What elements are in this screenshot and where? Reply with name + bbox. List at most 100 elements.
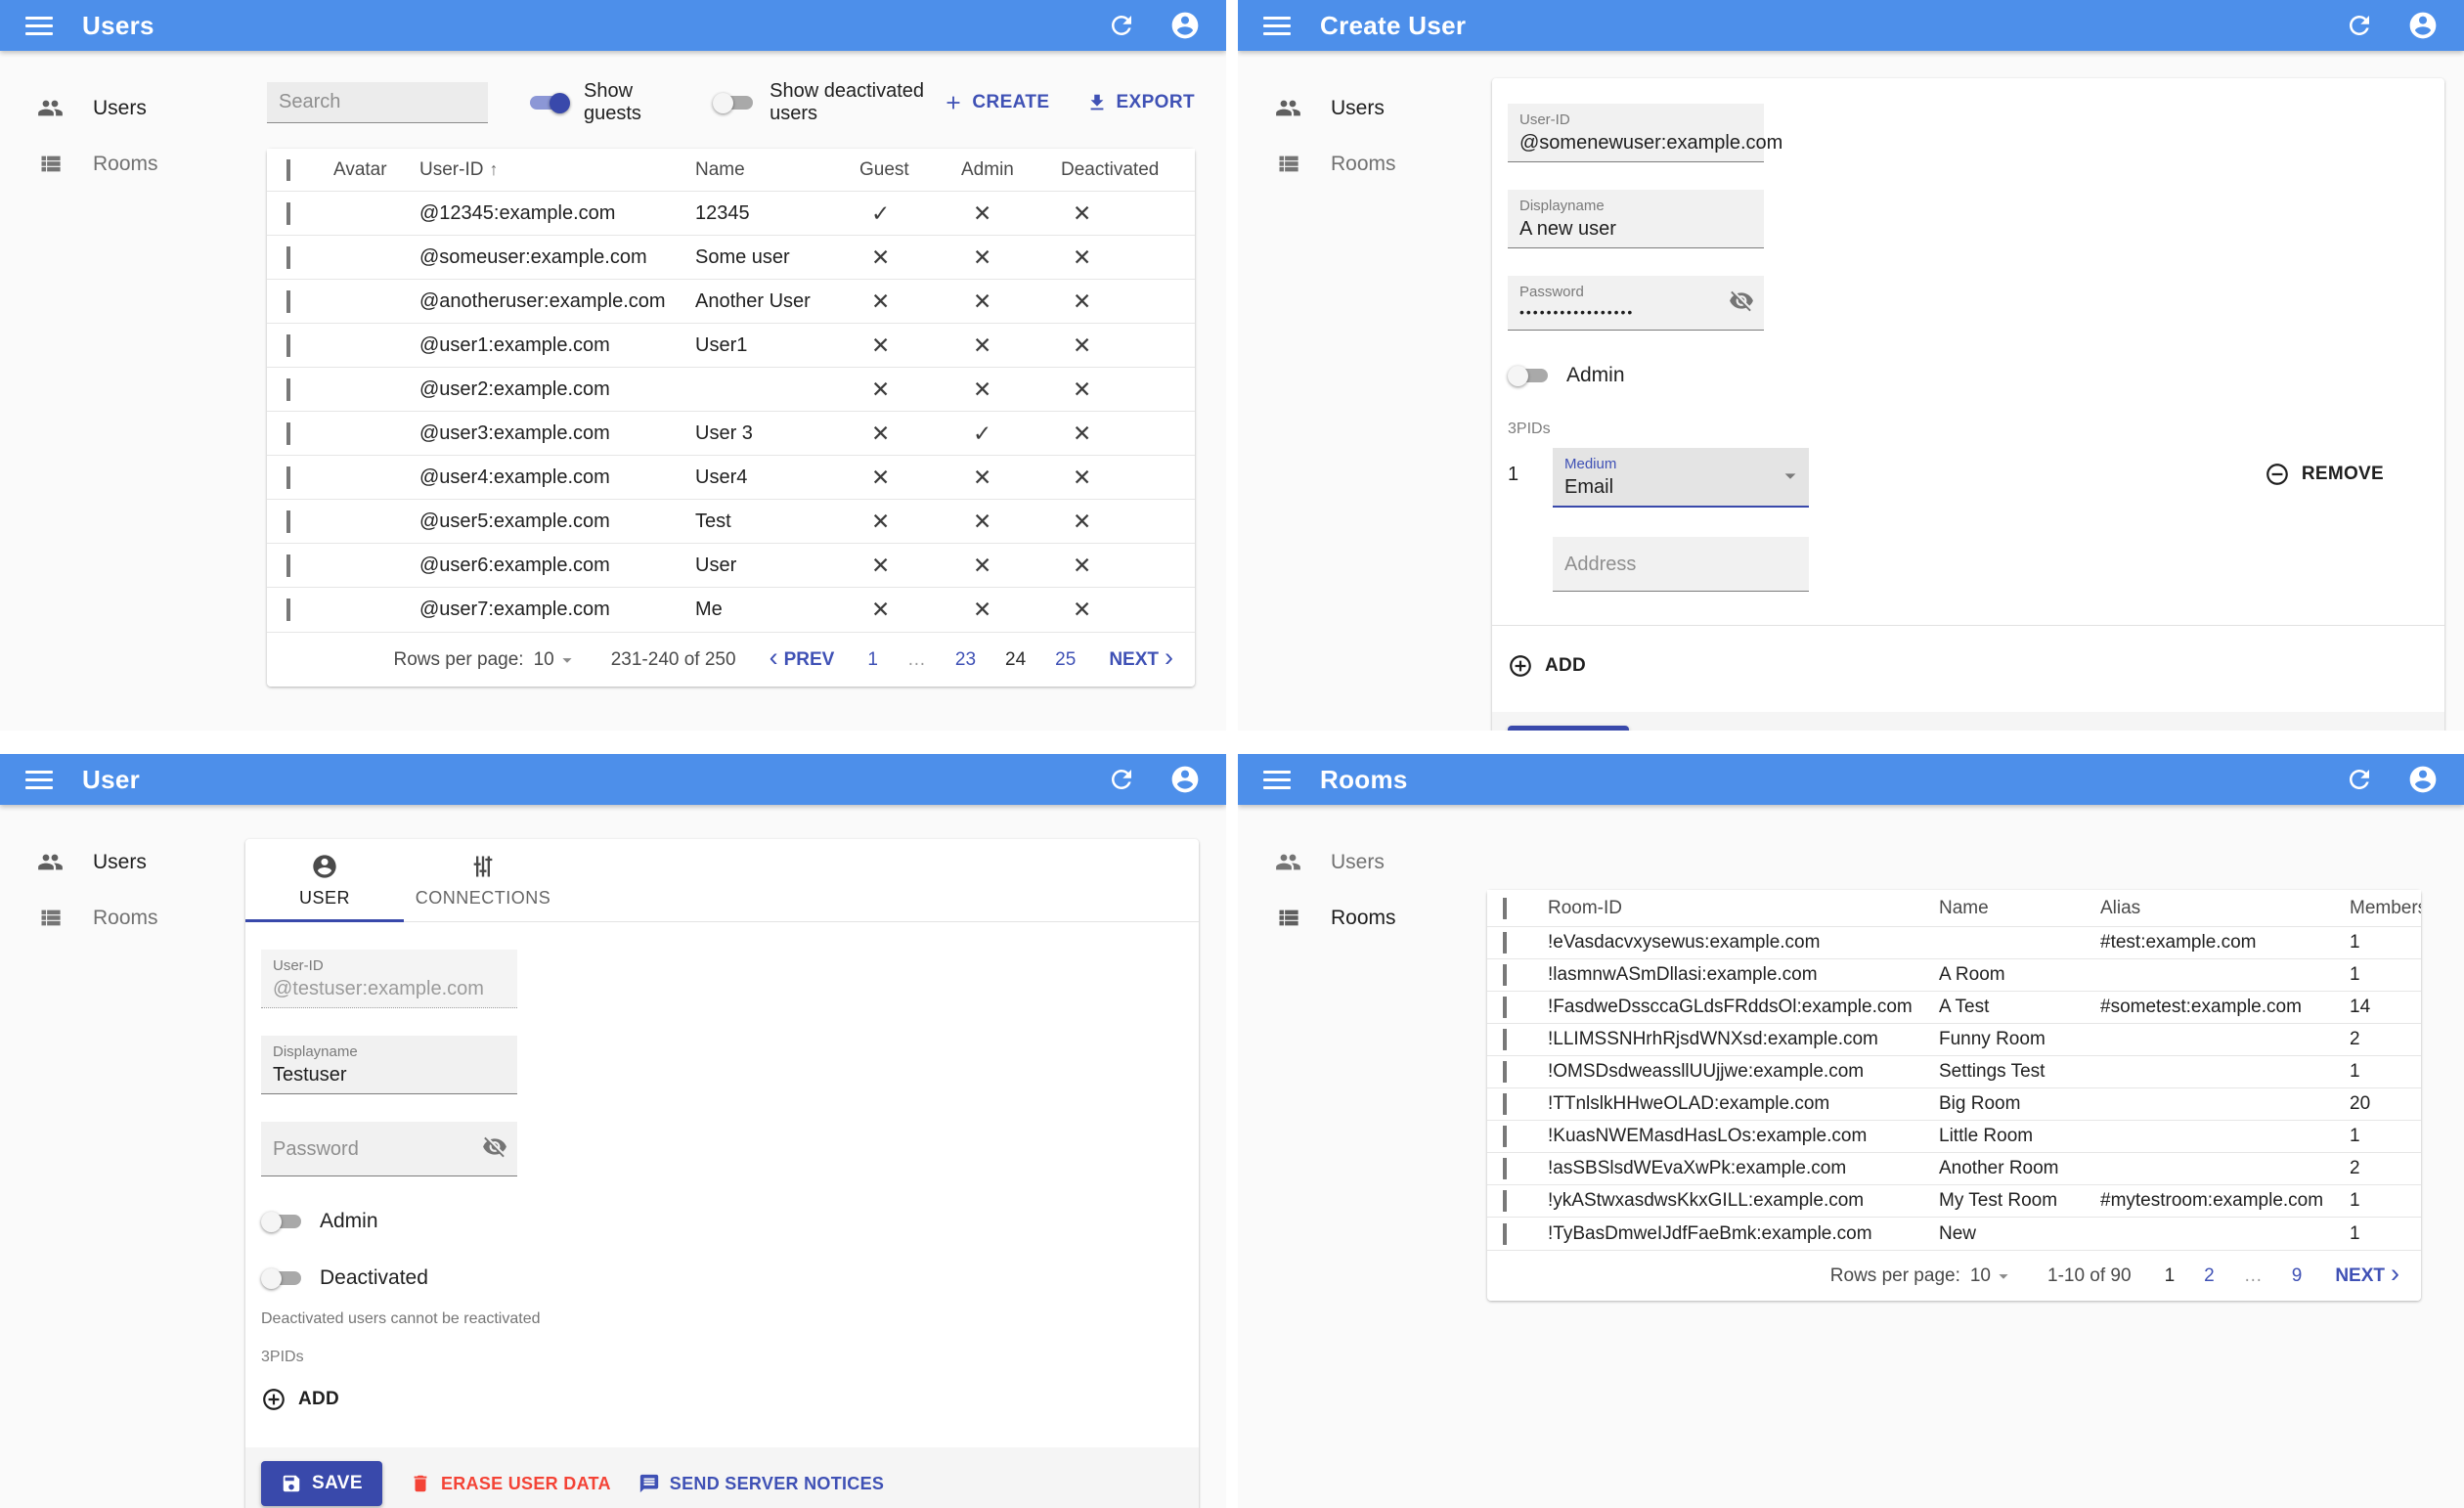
next-button[interactable]: NEXT › [1109,644,1173,673]
refresh-icon[interactable] [1107,11,1136,40]
visibility-off-icon[interactable] [1729,288,1754,319]
admin-switch[interactable] [1508,364,1551,387]
table-row[interactable]: @user4:example.com User4 ✕ ✕ ✕ [267,456,1195,500]
table-row[interactable]: !eVasdacvxysewus:example.com #test:exampl… [1487,927,2421,959]
address-input[interactable] [1564,553,1797,576]
row-checkbox[interactable] [1503,997,1507,1018]
col-name[interactable]: Name [689,159,854,181]
sidebar-item-users[interactable]: Users [1238,834,1482,890]
table-row[interactable]: @user1:example.com User1 ✕ ✕ ✕ [267,324,1195,368]
search-input[interactable] [279,91,538,113]
sidebar-item-users[interactable]: Users [0,834,244,890]
col-avatar[interactable]: Avatar [328,159,414,181]
page-button[interactable]: 1 [2165,1265,2176,1287]
visibility-off-icon[interactable] [482,1134,507,1165]
tab-user[interactable]: USER [245,839,404,922]
row-checkbox[interactable] [1503,1222,1507,1245]
row-checkbox[interactable] [1503,1061,1507,1083]
table-row[interactable]: !lasmnwASmDllasi:example.com A Room 1 [1487,959,2421,992]
table-row[interactable]: !FasdweDssccaGLdsFRddsOl:example.com A Te… [1487,992,2421,1024]
address-field[interactable] [1553,537,1809,592]
rows-per-page-select[interactable]: 10 [534,649,578,671]
row-checkbox[interactable] [1503,1190,1507,1212]
col-room-id[interactable]: Room-ID [1542,898,1933,919]
col-alias[interactable]: Alias [2094,898,2344,919]
table-row[interactable]: !ykAStwxasdwsKkxGILL:example.com My Test … [1487,1185,2421,1218]
page-button[interactable]: 23 [955,649,976,671]
table-row[interactable]: !TTnlslkHHweOLAD:example.com Big Room 20 [1487,1088,2421,1121]
row-checkbox[interactable] [1503,1126,1507,1147]
table-row[interactable]: @user7:example.com Me ✕ ✕ ✕ [267,588,1195,632]
select-all-checkbox[interactable] [1503,897,1507,919]
row-checkbox[interactable] [286,421,290,445]
row-checkbox[interactable] [286,599,290,621]
page-button[interactable]: 1 [867,649,878,671]
menu-icon[interactable] [25,16,53,35]
password-field[interactable] [261,1122,517,1176]
row-checkbox[interactable] [286,377,290,401]
col-deactivated[interactable]: Deactivated [1055,159,1195,181]
table-row[interactable]: @user6:example.com User ✕ ✕ ✕ [267,544,1195,588]
row-checkbox[interactable] [286,510,290,533]
table-row[interactable]: !asSBSlsdWEvaXwPk:example.com Another Roo… [1487,1153,2421,1185]
col-name[interactable]: Name [1933,898,2094,919]
table-row[interactable]: @anotheruser:example.com Another User ✕ ✕ ✕ [267,280,1195,324]
password-field[interactable]: Password ••••••••••••••••• [1508,276,1764,331]
remove-button[interactable]: REMOVE [2265,448,2384,487]
row-checkbox[interactable] [286,554,290,577]
page-button[interactable]: 24 [1005,649,1026,671]
row-checkbox[interactable] [286,466,290,489]
admin-switch[interactable] [261,1210,304,1233]
row-checkbox[interactable] [1503,1093,1507,1115]
row-checkbox[interactable] [1503,932,1507,954]
col-user-id[interactable]: User-ID ↑ [414,159,689,181]
next-button[interactable]: NEXT › [2335,1261,2399,1289]
page-button[interactable]: 25 [1055,649,1076,671]
menu-icon[interactable] [1263,16,1291,35]
medium-select[interactable]: Medium Email [1553,448,1809,508]
table-row[interactable]: !LLIMSSNHrhRjsdWNXsd:example.com Funny Ro… [1487,1024,2421,1056]
account-icon[interactable] [1169,764,1201,795]
table-row[interactable]: @user2:example.com ✕ ✕ ✕ [267,368,1195,412]
search-field[interactable] [267,82,538,123]
show-deactivated-switch[interactable] [713,91,756,114]
account-icon[interactable] [1169,10,1201,41]
col-members[interactable]: Members [2344,898,2421,919]
password-input[interactable] [273,1137,506,1161]
page-button[interactable]: 9 [2292,1265,2303,1287]
row-checkbox[interactable] [1503,1158,1507,1179]
select-all-checkbox[interactable] [286,158,290,181]
table-row[interactable]: !OMSDsdweassllUUjjwe:example.com Settings… [1487,1056,2421,1088]
row-checkbox[interactable] [286,333,290,357]
sidebar-item-users[interactable]: Users [0,80,244,136]
refresh-icon[interactable] [1107,765,1136,794]
deactivated-switch[interactable] [261,1266,304,1290]
send-server-notices-button[interactable]: SEND SERVER NOTICES [638,1473,884,1494]
menu-icon[interactable] [1263,770,1291,789]
row-checkbox[interactable] [286,201,290,225]
user-id-field[interactable]: User-ID @somenewuser:example.com [1508,104,1782,162]
save-button[interactable]: SAVE [1508,726,1629,731]
create-button[interactable]: CREATE [943,92,1049,113]
add-button[interactable]: ADD [1508,653,2429,679]
refresh-icon[interactable] [2345,11,2374,40]
col-admin[interactable]: Admin [955,159,1055,181]
table-row[interactable]: @user3:example.com User 3 ✕ ✓ ✕ [267,412,1195,456]
tab-connections[interactable]: CONNECTIONS [404,839,562,921]
erase-user-data-button[interactable]: ERASE USER DATA [410,1473,611,1494]
rows-per-page-select[interactable]: 10 [1970,1265,2014,1287]
table-row[interactable]: !KuasNWEMasdHasLOs:example.com Little Roo… [1487,1121,2421,1153]
displayname-field[interactable]: Displayname Testuser [261,1036,517,1094]
prev-button[interactable]: ‹ PREV [770,644,835,673]
refresh-icon[interactable] [2345,765,2374,794]
row-checkbox[interactable] [286,245,290,269]
row-checkbox[interactable] [1503,1029,1507,1050]
row-checkbox[interactable] [1503,964,1507,986]
sidebar-item-rooms[interactable]: Rooms [1238,136,1482,192]
sidebar-item-rooms[interactable]: Rooms [1238,890,1482,946]
table-row[interactable]: @12345:example.com 12345 ✓ ✕ ✕ [267,192,1195,236]
account-icon[interactable] [2407,764,2439,795]
sidebar-item-users[interactable]: Users [1238,80,1482,136]
row-checkbox[interactable] [286,289,290,313]
add-button[interactable]: ADD [261,1387,1183,1412]
